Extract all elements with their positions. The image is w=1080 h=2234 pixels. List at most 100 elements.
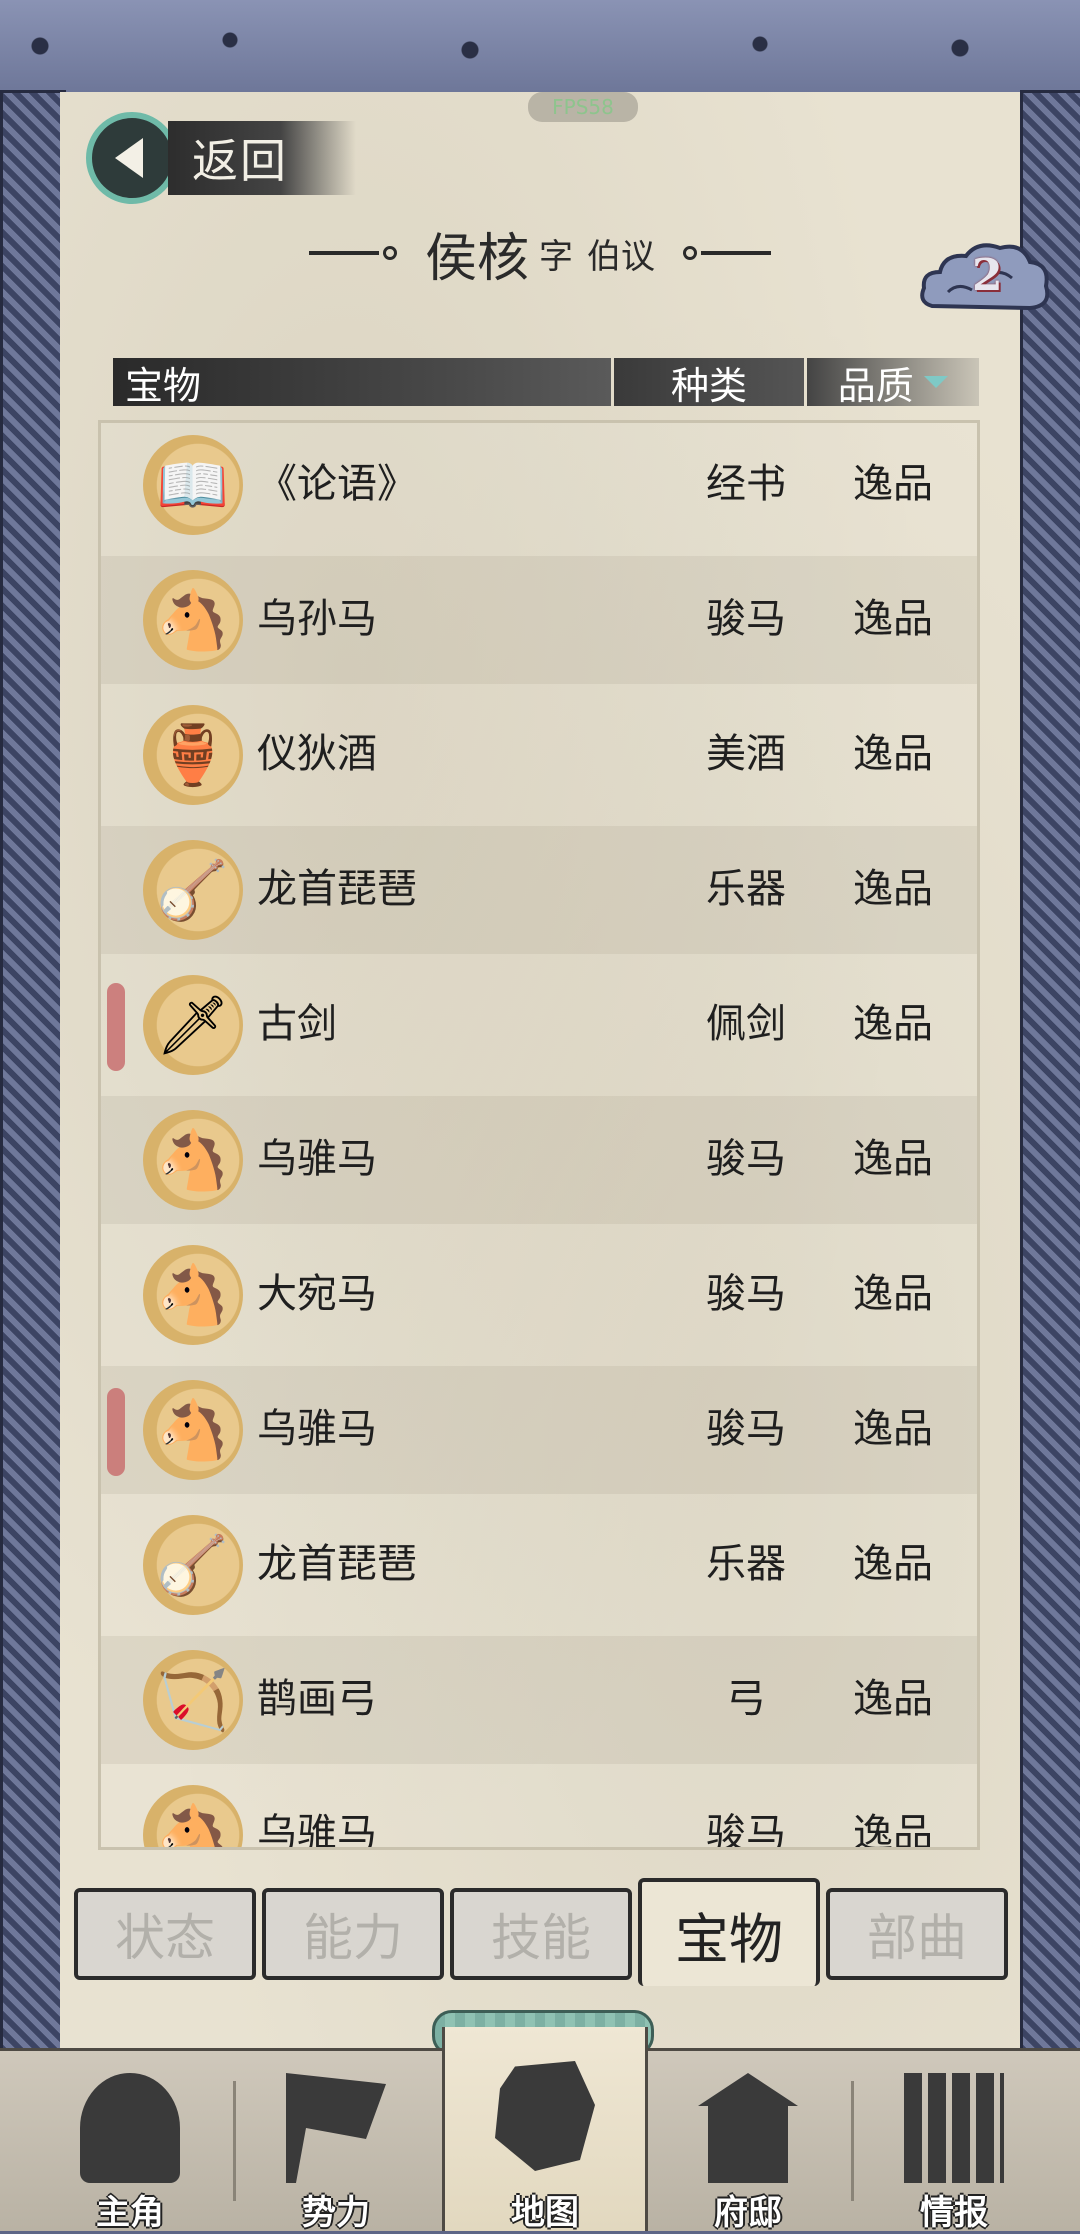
bottom-navigation: 主角 势力 地图 府邸 情报 [0, 2027, 1080, 2233]
item-kind: 骏马 [706, 1406, 786, 1452]
courtesy-name-label: 字 [539, 236, 573, 277]
item-kind: 骏马 [706, 1136, 786, 1182]
item-quality: 逸品 [853, 1271, 933, 1317]
item-kind: 经书 [706, 461, 786, 507]
item-kind: 骏马 [706, 596, 786, 642]
horse-icon: 🐴 [143, 1785, 243, 1847]
nav-protagonist[interactable]: 主角 [30, 2051, 230, 2233]
header-kind[interactable]: 种类 [614, 358, 804, 408]
fps-counter: FPS58 [528, 92, 638, 122]
item-kind: 骏马 [706, 1811, 786, 1850]
item-quality: 逸品 [853, 1676, 933, 1722]
back-button-label: 返回 [192, 134, 288, 188]
item-name: 龙首琵琶 [257, 866, 417, 912]
item-quality: 逸品 [853, 1541, 933, 1587]
item-name: 龙首琵琶 [257, 1541, 417, 1587]
item-name: 《论语》 [257, 461, 417, 507]
sort-down-icon [923, 376, 948, 388]
treasure-list[interactable]: 📖 《论语》 经书 逸品 🐴 乌孙马 骏马 逸品 🏺 仪狄酒 美酒 逸品 🪕 龙首琵琶 乐器 逸品 🗡 古剑 佩剑逸… [98, 420, 980, 1850]
scroll-icon [904, 2073, 1004, 2183]
horse-icon: 🐴 [143, 570, 243, 670]
courtesy-name: 伯议 [587, 236, 655, 277]
item-name: 古剑 [257, 1001, 337, 1047]
top-decorative-banner [0, 0, 1080, 96]
tab-bar: 状态 能力 技能 宝物 部曲 [70, 1878, 1020, 1988]
nav-faction[interactable]: 势力 [236, 2051, 436, 2233]
pipa-icon: 🪕 [143, 1515, 243, 1615]
item-quality: 逸品 [853, 461, 933, 507]
table-row[interactable]: 🗡 古剑 佩剑 逸品 [101, 961, 977, 1089]
header-item: 宝物 [113, 358, 612, 408]
book-icon: 📖 [143, 435, 243, 535]
table-header: 宝物 种类 品质 [113, 358, 979, 408]
nav-mansion[interactable]: 府邸 [648, 2051, 848, 2233]
equipped-marker [107, 1388, 125, 1476]
item-name: 乌骓马 [257, 1811, 377, 1850]
item-name: 大宛马 [257, 1271, 377, 1317]
nav-intel[interactable]: 情报 [854, 2051, 1054, 2233]
equipped-marker [107, 983, 125, 1071]
item-kind: 乐器 [706, 1541, 786, 1587]
warrior-icon [80, 2073, 180, 2183]
cloud-badge[interactable]: 2 [918, 236, 1052, 320]
title-ornament-right [701, 251, 771, 255]
item-kind: 佩剑 [706, 1001, 786, 1047]
horse-icon: 🐴 [143, 1110, 243, 1210]
badge-count: 2 [972, 250, 1003, 301]
tab-4[interactable]: 部曲 [826, 1888, 1008, 1980]
nav-label: 情报 [920, 2193, 988, 2233]
tab-1[interactable]: 能力 [262, 1888, 444, 1980]
table-row[interactable]: 🏺 仪狄酒 美酒 逸品 [101, 691, 977, 819]
horse-icon: 🐴 [143, 1380, 243, 1480]
item-quality: 逸品 [853, 866, 933, 912]
back-button[interactable]: 返回 [86, 112, 356, 204]
right-decorative-border [1020, 90, 1080, 2056]
left-decorative-border [0, 90, 66, 2056]
table-row[interactable]: 🐴 乌孙马 骏马 逸品 [101, 556, 977, 684]
map-icon [495, 2061, 595, 2171]
flag-icon [286, 2073, 386, 2183]
header-quality-sort[interactable]: 品质 [806, 358, 979, 408]
nav-label: 主角 [96, 2193, 164, 2233]
nav-label: 府邸 [714, 2193, 782, 2233]
item-quality: 逸品 [853, 731, 933, 777]
table-row[interactable]: 📖 《论语》 经书 逸品 [101, 423, 977, 549]
item-quality: 逸品 [853, 596, 933, 642]
item-name: 鹊画弓 [257, 1676, 377, 1722]
item-quality: 逸品 [853, 1406, 933, 1452]
table-row[interactable]: 🏹 鹊画弓 弓 逸品 [101, 1636, 977, 1764]
header-quality-label: 品质 [837, 363, 914, 408]
table-row[interactable]: 🪕 龙首琵琶 乐器 逸品 [101, 1501, 977, 1629]
mansion-icon [698, 2073, 798, 2183]
tab-0[interactable]: 状态 [74, 1888, 256, 1980]
item-name: 乌骓马 [257, 1406, 377, 1452]
item-name: 乌孙马 [257, 596, 377, 642]
nav-label: 地图 [511, 2193, 579, 2233]
pipa-icon: 🪕 [143, 840, 243, 940]
nav-label: 势力 [302, 2193, 370, 2233]
bow-icon: 🏹 [143, 1650, 243, 1750]
wine-jar-icon: 🏺 [143, 705, 243, 805]
nav-map[interactable]: 地图 [442, 2027, 648, 2233]
item-name: 仪狄酒 [257, 731, 377, 777]
table-row[interactable]: 🐴 乌骓马 骏马 逸品 [101, 1096, 977, 1224]
tab-3[interactable]: 宝物 [638, 1878, 820, 1986]
sword-icon: 🗡 [143, 975, 243, 1075]
table-row[interactable]: 🐴 乌骓马 骏马 逸品 [101, 1771, 977, 1850]
horse-icon: 🐴 [143, 1245, 243, 1345]
item-kind: 骏马 [706, 1271, 786, 1317]
character-title: 侯核 字 伯议 [260, 218, 820, 289]
table-row[interactable]: 🪕 龙首琵琶 乐器 逸品 [101, 826, 977, 954]
item-name: 乌骓马 [257, 1136, 377, 1182]
table-row[interactable]: 🐴 大宛马 骏马 逸品 [101, 1231, 977, 1359]
item-kind: 弓 [726, 1676, 766, 1722]
back-arrow-icon [86, 112, 178, 204]
table-row[interactable]: 🐴 乌骓马 骏马 逸品 [101, 1366, 977, 1494]
item-quality: 逸品 [853, 1001, 933, 1047]
item-quality: 逸品 [853, 1136, 933, 1182]
item-kind: 美酒 [706, 731, 786, 777]
tab-2[interactable]: 技能 [450, 1888, 632, 1980]
item-kind: 乐器 [706, 866, 786, 912]
title-ornament-left [308, 251, 379, 255]
item-quality: 逸品 [853, 1811, 933, 1850]
